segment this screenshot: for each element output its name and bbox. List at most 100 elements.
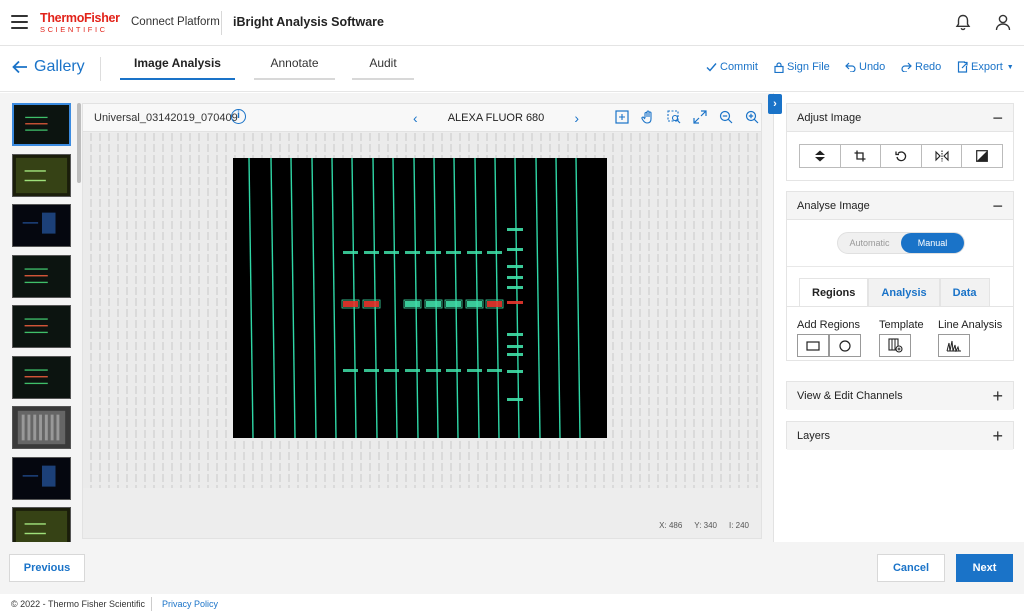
thumbnail-item[interactable]	[12, 355, 71, 399]
thumbnail-item[interactable]	[12, 204, 71, 247]
layers-section[interactable]: Layers +	[786, 421, 1014, 450]
top-bar: ThermoFisher SCIENTIFIC Connect Platform…	[0, 0, 1024, 46]
fit-icon[interactable]	[609, 110, 635, 124]
commit-button[interactable]: Commit	[706, 61, 758, 73]
band	[343, 251, 358, 254]
flip-horizontal-icon[interactable]	[922, 145, 963, 167]
next-button[interactable]: Next	[956, 554, 1013, 582]
band	[384, 251, 399, 254]
rectangle-icon	[806, 340, 820, 351]
rotate-icon[interactable]	[881, 145, 922, 167]
ladder-band	[507, 228, 523, 231]
mode-manual[interactable]: Manual	[901, 233, 964, 253]
template-button[interactable]	[879, 334, 911, 357]
band	[467, 369, 482, 372]
check-icon	[706, 63, 717, 72]
chevron-down-icon: ▼	[1006, 63, 1014, 71]
back-to-gallery-link[interactable]: Gallery	[12, 58, 85, 76]
thumbnail-preview	[13, 154, 70, 196]
divider	[100, 57, 101, 81]
mode-automatic[interactable]: Automatic	[838, 233, 901, 253]
invert-icon[interactable]	[962, 145, 1002, 167]
layers-header[interactable]: Layers +	[787, 422, 1013, 450]
lane-line	[311, 157, 317, 439]
thumbnail-preview	[13, 255, 70, 297]
ladder-band	[507, 301, 523, 304]
lane-line	[331, 157, 337, 439]
zoom-in-icon[interactable]	[739, 110, 765, 124]
band	[343, 369, 358, 372]
coord-y: Y: 340	[694, 521, 717, 530]
user-icon[interactable]	[995, 14, 1011, 36]
line-analysis-button[interactable]	[938, 334, 970, 357]
platform-name[interactable]: Connect Platform	[131, 16, 220, 28]
analysis-tabs: Regions Analysis Data	[799, 278, 990, 306]
band	[384, 369, 399, 372]
expand-icon[interactable]: +	[992, 387, 1003, 405]
crop-icon[interactable]	[841, 145, 882, 167]
redo-button[interactable]: Redo	[901, 61, 941, 73]
band	[487, 369, 502, 372]
cancel-button[interactable]: Cancel	[877, 554, 945, 582]
collapse-icon[interactable]: −	[992, 197, 1003, 215]
band	[446, 251, 461, 254]
band	[487, 251, 502, 254]
lane-line	[290, 157, 296, 439]
tab-analysis[interactable]: Analysis	[868, 278, 940, 306]
view-edit-channels-section[interactable]: View & Edit Channels +	[786, 381, 1014, 410]
thumbnail-item[interactable]	[12, 406, 71, 449]
tab-audit[interactable]: Audit	[352, 56, 414, 80]
tab-regions[interactable]: Regions	[799, 278, 869, 306]
thumbnail-item[interactable]	[12, 305, 71, 348]
panel-toggle-icon[interactable]: ›	[768, 94, 782, 114]
tab-image-analysis[interactable]: Image Analysis	[120, 56, 235, 80]
thumbnail-item[interactable]	[12, 254, 71, 298]
add-rectangle-button[interactable]	[797, 334, 829, 357]
band	[405, 251, 420, 254]
export-dropdown[interactable]: Export ▼	[957, 61, 1014, 73]
thumbnail-preview	[13, 205, 70, 246]
thumbnail-item[interactable]	[12, 103, 71, 146]
analyse-image-header[interactable]: Analyse Image −	[787, 192, 1013, 220]
lane-line	[535, 157, 541, 439]
chevron-left-icon[interactable]: ‹	[413, 111, 418, 125]
analyse-image-section: Analyse Image − Automatic Manual Regions…	[786, 191, 1014, 361]
adjust-image-header[interactable]: Adjust Image −	[787, 104, 1013, 132]
band	[467, 251, 482, 254]
expand-icon[interactable]: +	[992, 427, 1003, 445]
ladder-band	[507, 353, 523, 356]
lane-line	[413, 157, 419, 439]
lane-line	[372, 157, 378, 439]
view-edit-channels-header[interactable]: View & Edit Channels +	[787, 382, 1013, 410]
tab-data[interactable]: Data	[939, 278, 990, 306]
band	[446, 301, 461, 307]
zoom-out-icon[interactable]	[713, 110, 739, 124]
bell-icon[interactable]	[955, 14, 971, 36]
footer-actions: Previous Cancel Next	[0, 542, 1024, 594]
cursor-readout: X: 486 Y: 340 I: 240	[659, 521, 749, 530]
select-icon[interactable]	[661, 110, 687, 124]
channel-selector: ‹ ALEXA FLUOR 680 ›	[413, 111, 579, 125]
info-icon[interactable]: i	[231, 109, 246, 124]
thumbnail-item[interactable]	[12, 456, 71, 500]
gel-image[interactable]	[233, 157, 607, 439]
chevron-right-icon[interactable]: ›	[574, 111, 579, 125]
fullscreen-icon[interactable]	[687, 110, 713, 124]
thumbnail-scrollbar[interactable]	[77, 103, 81, 183]
privacy-policy-link[interactable]: Privacy Policy	[162, 599, 218, 609]
previous-button[interactable]: Previous	[9, 554, 85, 582]
analysis-mode-toggle[interactable]: Automatic Manual	[837, 232, 965, 254]
band	[487, 301, 502, 307]
add-circle-button[interactable]	[829, 334, 861, 357]
undo-button[interactable]: Undo	[845, 61, 885, 73]
menu-icon[interactable]	[11, 15, 28, 29]
adjust-toolbar	[799, 144, 1003, 168]
pan-icon[interactable]	[635, 110, 661, 124]
sign-file-button[interactable]: Sign File	[774, 61, 830, 73]
tab-annotate[interactable]: Annotate	[254, 56, 335, 80]
thumbnail-item[interactable]	[12, 153, 71, 197]
lane-line	[494, 157, 500, 439]
flip-vertical-icon[interactable]	[800, 145, 841, 167]
collapse-icon[interactable]: −	[992, 109, 1003, 127]
brand-logo: ThermoFisher SCIENTIFIC	[40, 11, 120, 34]
